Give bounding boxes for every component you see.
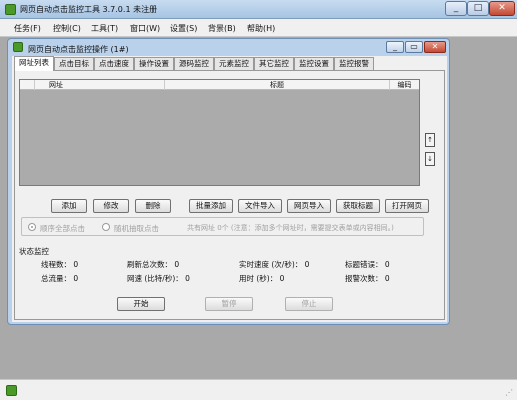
menu-bar: 任务(F) 控制(C) 工具(T) 窗口(W) 设置(S) 背景(B) 帮助(H… <box>0 19 517 37</box>
menu-help[interactable]: 帮助(H) <box>247 23 275 34</box>
order-click-radio[interactable] <box>28 223 36 231</box>
menu-settings[interactable]: 设置(S) <box>170 23 197 34</box>
realtime-speed: 实时速度 (次/秒)： 0 <box>239 260 310 269</box>
minimize-button[interactable]: _ <box>445 1 467 16</box>
refresh-total: 刷新总次数： 0 <box>127 260 180 269</box>
maximize-button[interactable]: □ <box>467 1 489 16</box>
stop-button[interactable]: 停止 <box>285 297 333 311</box>
batch-add-button[interactable]: 批量添加 <box>189 199 233 213</box>
app-title: 网页自动点击监控工具 3.7.0.1 未注册 <box>20 5 158 14</box>
app-icon <box>5 4 16 15</box>
close-button[interactable]: ✕ <box>489 1 515 16</box>
order-click-label: 顺序全部点击 <box>40 224 85 233</box>
tab-element-monitor[interactable]: 元素监控 <box>214 57 254 70</box>
status-icon <box>6 385 17 396</box>
child-close-button[interactable]: ✕ <box>424 41 446 53</box>
child-minimize-button[interactable]: _ <box>386 41 404 53</box>
child-window: 网页自动点击监控操作 (1#) _ ▭ ✕ 网址列表 点击目标 点击速度 操作设… <box>7 38 450 325</box>
url-table[interactable]: 网址 标题 编码 <box>19 79 420 186</box>
elapsed-time: 用时 (秒)： 0 <box>239 274 285 283</box>
file-import-button[interactable]: 文件导入 <box>238 199 282 213</box>
menu-window[interactable]: 窗口(W) <box>130 23 160 34</box>
child-window-icon <box>13 42 23 52</box>
status-bar: ⋰ <box>0 379 517 400</box>
alarm-count: 报警次数： 0 <box>345 274 390 283</box>
title-errors: 标题错误： 0 <box>345 260 390 269</box>
row-header-cell <box>20 80 35 90</box>
status-heading: 状态监控 <box>19 247 49 256</box>
tab-source-monitor[interactable]: 源码监控 <box>174 57 214 70</box>
child-title: 网页自动点击监控操作 (1#) <box>28 45 129 54</box>
column-encoding[interactable]: 编码 <box>390 80 419 90</box>
web-import-button[interactable]: 网页导入 <box>287 199 331 213</box>
menu-background[interactable]: 背景(B) <box>208 23 236 34</box>
tab-click-speed[interactable]: 点击速度 <box>94 57 134 70</box>
pause-button[interactable]: 暂停 <box>205 297 253 311</box>
start-button[interactable]: 开始 <box>117 297 165 311</box>
tab-other-monitor[interactable]: 其它监控 <box>254 57 294 70</box>
random-click-label: 随机抽取点击 <box>114 224 159 233</box>
menu-task[interactable]: 任务(F) <box>14 23 41 34</box>
thread-count: 线程数： 0 <box>41 260 79 269</box>
child-restore-button[interactable]: ▭ <box>405 41 423 53</box>
move-up-button[interactable]: ↑ <box>425 133 435 147</box>
child-client-area: 网址列表 点击目标 点击速度 操作设置 源码监控 元素监控 其它监控 监控设置 … <box>12 56 447 322</box>
network-speed: 网速 (比特/秒)： 0 <box>127 274 190 283</box>
click-mode-group: 顺序全部点击 随机抽取点击 共有网址 0个 (注意：添加多个网址时，需要提交表单… <box>21 217 424 236</box>
menu-tools[interactable]: 工具(T) <box>91 23 118 34</box>
url-count-note: 共有网址 0个 (注意：添加多个网址时，需要提交表单或内容相同。) <box>187 224 394 232</box>
tab-click-target[interactable]: 点击目标 <box>54 57 94 70</box>
tab-operation-settings[interactable]: 操作设置 <box>134 57 174 70</box>
tab-panel-url-list: 网址 标题 编码 ↑ ↓ 添加 修改 删除 批量添加 文件导入 网页导入 获取标… <box>14 70 445 320</box>
tab-url-list[interactable]: 网址列表 <box>14 56 54 71</box>
get-title-button[interactable]: 获取标题 <box>336 199 380 213</box>
random-click-radio[interactable] <box>102 223 110 231</box>
menu-control[interactable]: 控制(C) <box>53 23 81 34</box>
total-traffic: 总流量： 0 <box>41 274 79 283</box>
tab-monitor-alarm[interactable]: 监控报警 <box>334 57 374 70</box>
open-webpage-button[interactable]: 打开网页 <box>385 199 429 213</box>
url-table-header: 网址 标题 编码 <box>20 80 419 90</box>
column-url[interactable]: 网址 <box>35 80 165 90</box>
column-title[interactable]: 标题 <box>165 80 390 90</box>
edit-button[interactable]: 修改 <box>93 199 129 213</box>
add-button[interactable]: 添加 <box>51 199 87 213</box>
app-title-bar[interactable]: 网页自动点击监控工具 3.7.0.1 未注册 _ □ ✕ <box>0 0 517 19</box>
child-title-bar[interactable]: 网页自动点击监控操作 (1#) _ ▭ ✕ <box>8 39 449 55</box>
resize-grip-icon[interactable]: ⋰ <box>505 389 515 399</box>
delete-button[interactable]: 删除 <box>135 199 171 213</box>
move-down-button[interactable]: ↓ <box>425 152 435 166</box>
tab-monitor-settings[interactable]: 监控设置 <box>294 57 334 70</box>
